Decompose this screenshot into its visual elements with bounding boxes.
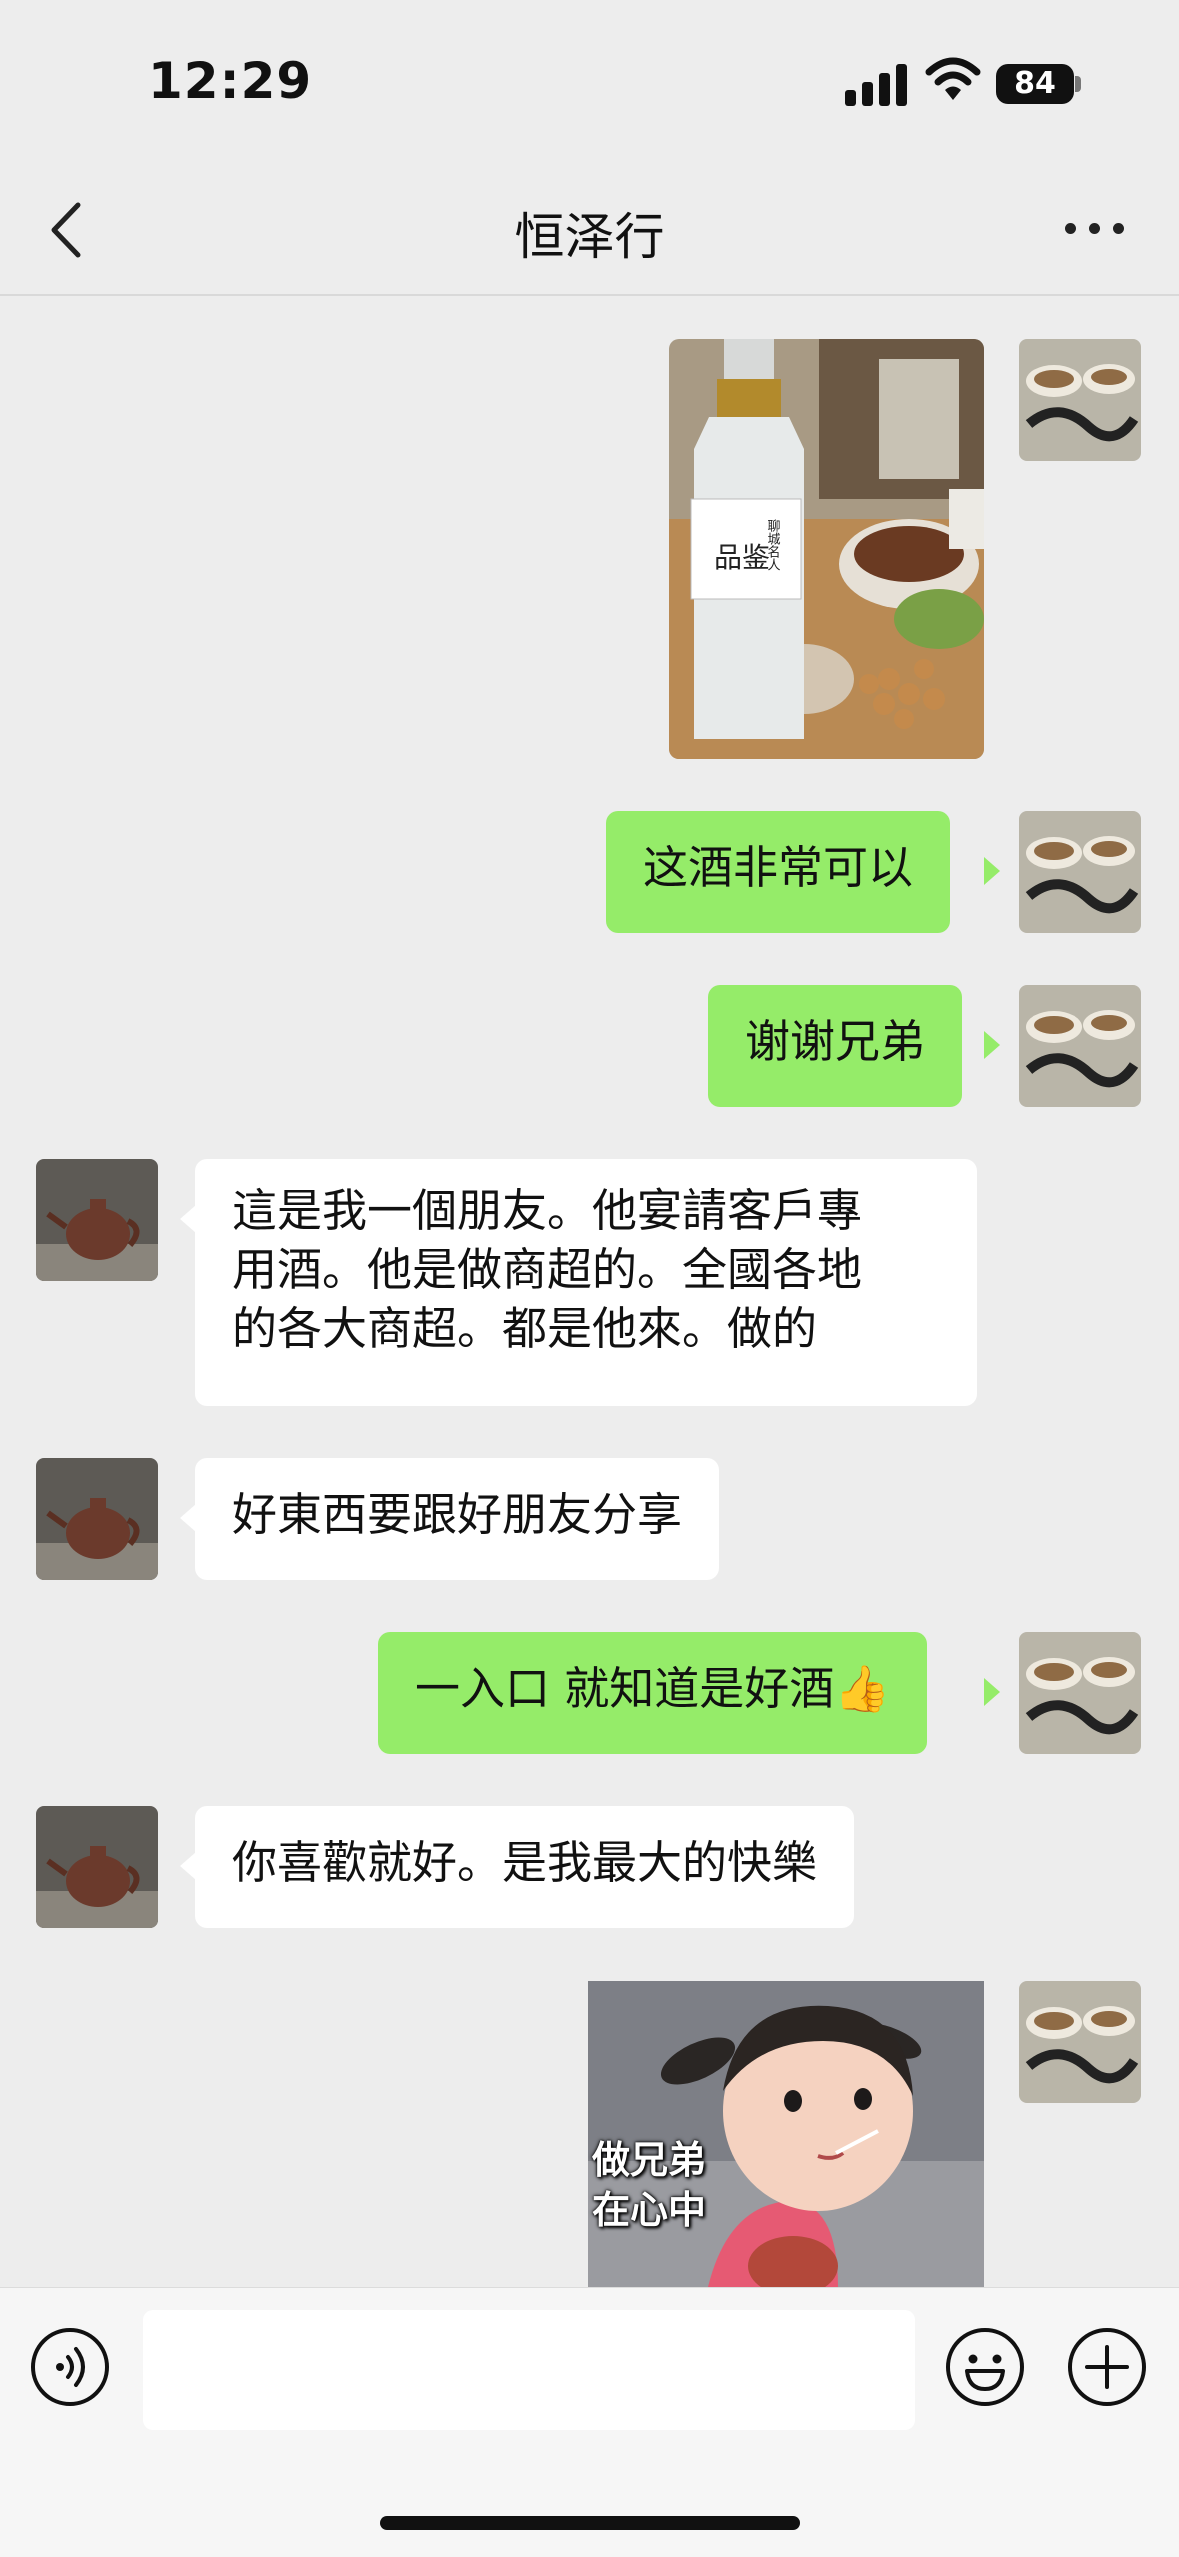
bubble-tail: [984, 857, 1000, 885]
message-line: 這是我一個朋友。他宴請客戶專: [232, 1184, 863, 1237]
my-avatar[interactable]: [1019, 811, 1141, 933]
message-input[interactable]: [143, 2310, 915, 2430]
sticker-caption: 做兄弟 在心中: [592, 2135, 706, 2235]
nav-divider: [0, 294, 1179, 296]
status-time: 12:29: [148, 52, 313, 110]
bubble-tail: [180, 1852, 196, 1880]
contact-avatar[interactable]: [36, 1806, 158, 1928]
sticker-image[interactable]: [588, 1981, 984, 2287]
message-bubble-in[interactable]: 好東西要跟好朋友分享: [195, 1458, 720, 1580]
message-bubble-out[interactable]: 一入口 就知道是好酒👍: [378, 1632, 928, 1754]
voice-icon: [31, 2328, 109, 2406]
bottle-label-main: 品鉴: [714, 541, 770, 574]
my-avatar[interactable]: [1019, 339, 1141, 461]
more-button[interactable]: [1055, 205, 1135, 255]
my-avatar[interactable]: [1019, 1632, 1141, 1754]
voice-button[interactable]: [30, 2327, 110, 2407]
battery-cap: [1075, 76, 1081, 92]
contact-avatar[interactable]: [36, 1159, 158, 1281]
wifi-icon: [925, 56, 981, 104]
more-dots-icon: [1065, 223, 1076, 234]
emoji-button[interactable]: [945, 2327, 1025, 2407]
message-bubble-in[interactable]: 你喜歡就好。是我最大的快樂: [195, 1806, 855, 1928]
message-bubble-out[interactable]: 这酒非常可以: [606, 811, 951, 933]
signal-icon: [845, 58, 907, 106]
message-bubble-in[interactable]: 這是我一個朋友。他宴請客戶專 用酒。他是做商超的。全國各地 的各大商超。都是他來…: [195, 1159, 977, 1406]
contact-avatar[interactable]: [36, 1458, 158, 1580]
bubble-tail: [984, 1031, 1000, 1059]
plus-button[interactable]: [1067, 2327, 1147, 2407]
message-line: 用酒。他是做商超的。全國各地: [232, 1243, 863, 1296]
battery-icon: 84: [996, 64, 1074, 104]
bubble-tail: [180, 1205, 196, 1233]
my-avatar[interactable]: [1019, 985, 1141, 1107]
home-indicator: [380, 2516, 800, 2530]
bottle-photo[interactable]: 品鉴 聊城名人: [669, 339, 984, 759]
bubble-tail: [180, 1504, 196, 1532]
my-avatar[interactable]: [1019, 1981, 1141, 2103]
sticker-caption-line: 在心中: [592, 2188, 707, 2232]
message-bubble-out[interactable]: 谢谢兄弟: [708, 985, 963, 1107]
sticker-caption-line: 做兄弟: [592, 2138, 707, 2182]
bottle-label-side: 聊城名人: [765, 519, 781, 571]
emoji-icon: [946, 2328, 1024, 2406]
plus-icon: [1068, 2328, 1146, 2406]
message-line: 的各大商超。都是他來。做的: [232, 1302, 818, 1355]
bubble-tail: [984, 1678, 1000, 1706]
chat-title: 恒泽行: [514, 208, 665, 266]
